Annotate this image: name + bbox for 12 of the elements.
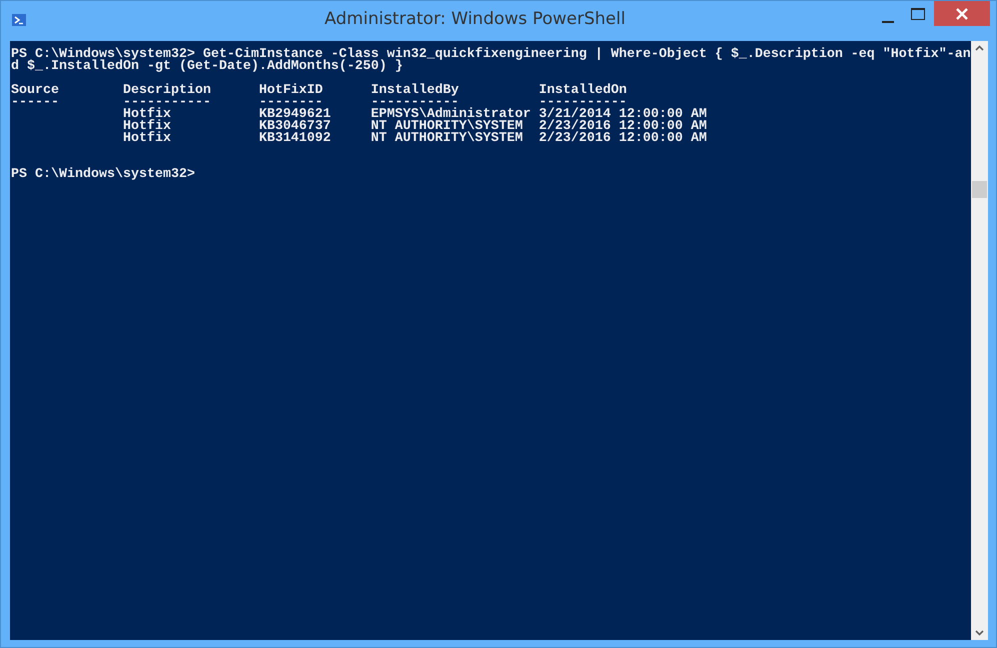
window-title: Administrator: Windows PowerShell [324, 9, 626, 29]
minimize-icon [882, 20, 894, 22]
console-line: Source Description HotFixID InstalledBy InstalledOn [11, 85, 627, 97]
close-button[interactable] [934, 1, 990, 26]
maximize-icon [911, 8, 925, 20]
close-icon [956, 8, 968, 20]
console-line: Hotfix KB3141092 NT AUTHORITY\SYSTEM 2/23/2016 12:00:00 AM [122, 133, 707, 145]
console-line: d $_.InstalledOn -gt (Get-Date).AddMonths(-250) } [11, 61, 403, 73]
powershell-icon [12, 14, 26, 26]
scrollbar[interactable] [971, 41, 988, 640]
scrollbar-thumb[interactable] [972, 181, 987, 198]
console-line: PS C:\Windows\system32> [11, 169, 195, 181]
